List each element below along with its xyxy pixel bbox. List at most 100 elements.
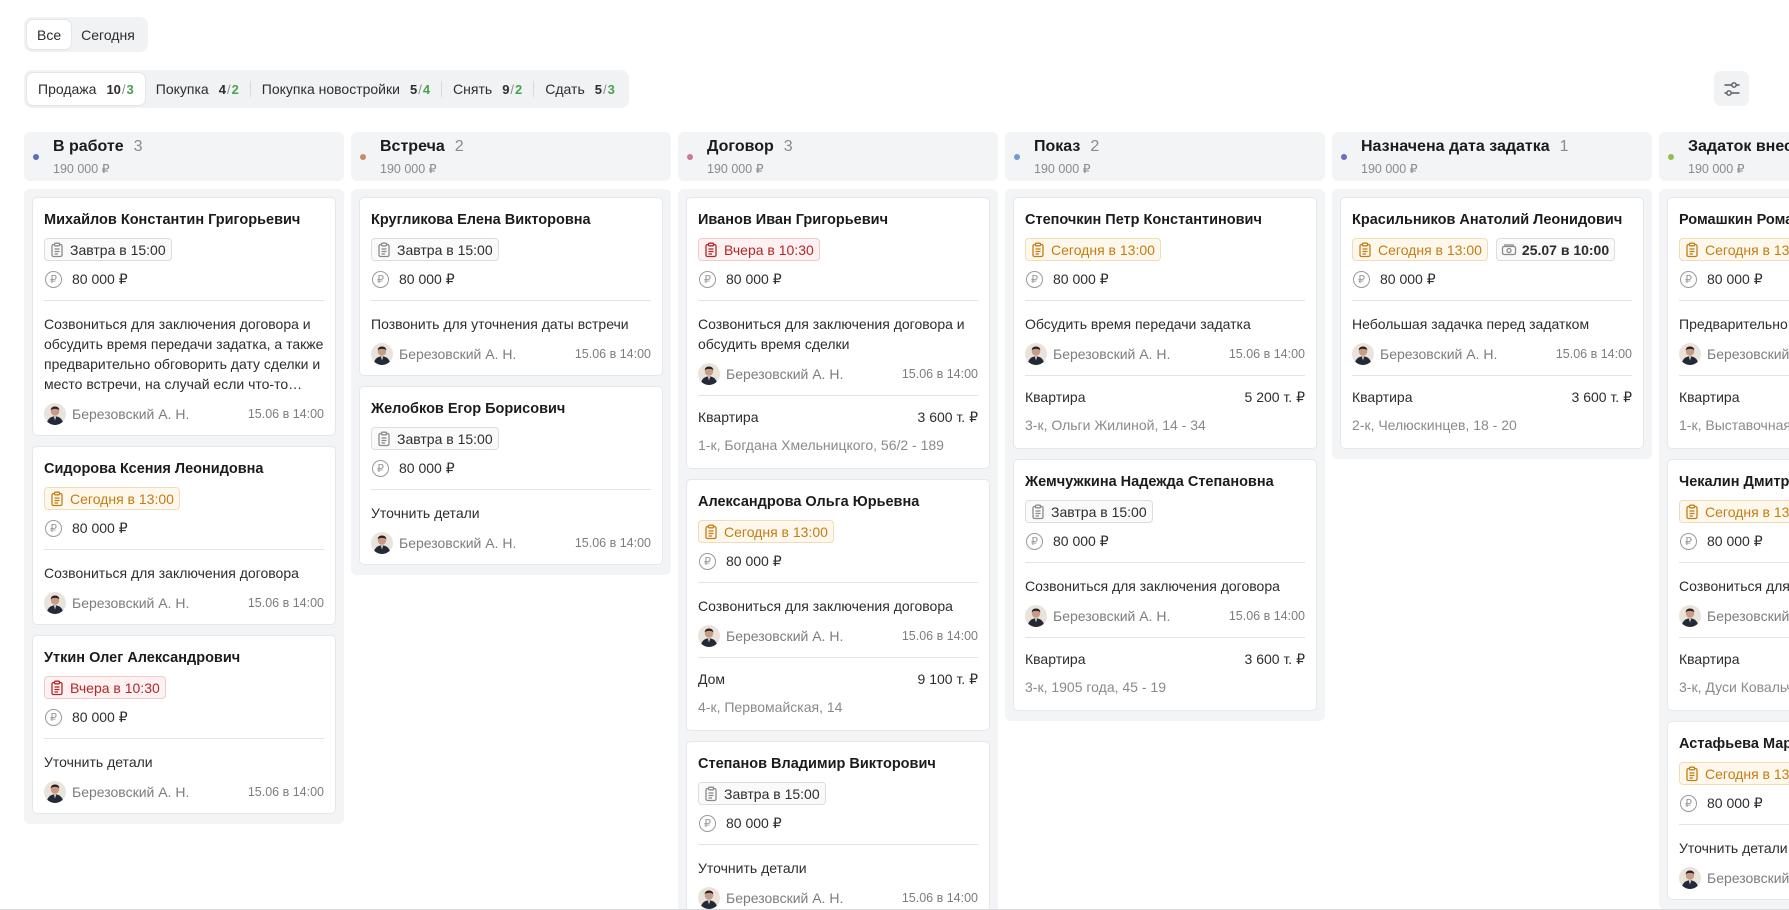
- deal-commission: ₽ 80 000 ₽: [371, 457, 651, 479]
- tab-purchase-new-building[interactable]: Покупка новостройки 5/4: [251, 73, 441, 105]
- column-header[interactable]: Назначена дата задатка 1 190 000 ₽: [1332, 132, 1652, 181]
- task-text: Предварительно обговорить дату сделки: [1679, 316, 1789, 332]
- ruble-icon: ₽: [699, 270, 716, 288]
- deal-card[interactable]: Красильников Анатолий Леонидович Сегодня…: [1340, 197, 1644, 449]
- column-title: В работе 3: [53, 138, 143, 156]
- deal-card[interactable]: Желобков Егор Борисович Завтра в 15:00 ₽…: [359, 386, 663, 565]
- property-info: Квартира 3 600 т. ₽ 3-к, 1905 года, 45 -…: [1025, 637, 1305, 710]
- ruble-icon: ₽: [1680, 532, 1697, 550]
- column-header[interactable]: В работе 3 190 000 ₽: [24, 132, 344, 181]
- property-info: Квартира 3 600 т. ₽ 2-к, Челюскинцев, 18…: [1352, 375, 1632, 448]
- task-date-text: Вчера в 10:30: [724, 241, 814, 258]
- deal-card[interactable]: Александрова Ольга Юрьевна Сегодня в 13:…: [686, 479, 990, 731]
- task-author: Березовский А. Н. 15.06 в 14:00: [1679, 342, 1789, 366]
- property-address: 3-к, Ольги Жилиной, 14 - 34: [1025, 417, 1206, 433]
- task-text: Уточнить детали: [371, 505, 480, 521]
- task-dates: Завтра в 15:00: [371, 238, 651, 262]
- task-date-text: Сегодня в 13:00: [1705, 241, 1789, 258]
- client-name: Жемчужкина Надежда Степановна: [1025, 474, 1274, 490]
- deal-card[interactable]: Жемчужкина Надежда Степановна Завтра в 1…: [1013, 459, 1317, 711]
- client-name: Чекалин Дмитрий Олегович: [1679, 474, 1789, 490]
- ruble-icon: ₽: [1026, 532, 1043, 550]
- property-row: Квартира 3 600 т. ₽: [1025, 651, 1305, 671]
- deal-card[interactable]: Чекалин Дмитрий Олегович Сегодня в 13:00…: [1667, 459, 1789, 711]
- task-date-badge: Завтра в 15:00: [371, 238, 499, 261]
- clipboard-icon: [1684, 242, 1700, 258]
- deal-card[interactable]: Михайлов Константин Григорьевич Завтра в…: [32, 197, 336, 436]
- tab-today[interactable]: Сегодня: [71, 20, 145, 49]
- task-dates: Завтра в 15:00: [371, 427, 651, 451]
- deal-card[interactable]: Астафьева Мария Ивановна Сегодня в 13:00…: [1667, 721, 1789, 900]
- deal-commission: ₽ 80 000 ₽: [1025, 268, 1305, 290]
- deal-card[interactable]: Ромашкин Роман Петрович Сегодня в 13:00 …: [1667, 197, 1789, 449]
- task-dates: Сегодня в 13:00: [1679, 762, 1789, 786]
- deal-card[interactable]: Иванов Иван Григорьевич Вчера в 10:30 ₽ …: [686, 197, 990, 469]
- task-date-badge: Завтра в 15:00: [371, 427, 499, 450]
- avatar: [1025, 343, 1047, 365]
- client-name: Ромашкин Роман Петрович: [1679, 212, 1789, 228]
- column-sum: 190 000 ₽: [53, 162, 110, 176]
- task-created-date: 15.06 в 14:00: [1228, 347, 1305, 361]
- column-header[interactable]: Показ 2 190 000 ₽: [1005, 132, 1325, 181]
- ruble-icon: ₽: [699, 814, 716, 832]
- deal-commission: ₽ 80 000 ₽: [1352, 268, 1632, 290]
- column-header[interactable]: Задаток внесён3 190 000 ₽: [1659, 132, 1789, 181]
- task-author: Березовский А. Н. 15.06 в 14:00: [1352, 342, 1632, 366]
- deal-card[interactable]: Уткин Олег Александрович Вчера в 10:30 ₽…: [32, 635, 336, 814]
- ruble-icon: ₽: [45, 708, 62, 726]
- property-row: Квартира 3 600 т. ₽: [1679, 651, 1789, 671]
- tab-lease[interactable]: Сдать 5/3: [534, 73, 626, 105]
- task-date-text: Сегодня в 13:00: [70, 490, 174, 507]
- task-created-date: 15.06 в 14:00: [901, 891, 978, 905]
- commission-value: 80 000 ₽: [72, 708, 128, 725]
- property-address: 3-к, 1905 года, 45 - 19: [1025, 679, 1166, 695]
- task-created-date: 15.06 в 14:00: [574, 347, 651, 361]
- task-dates: Сегодня в 13:00: [44, 487, 324, 511]
- task-date-text: 25.07 в 10:00: [1521, 241, 1610, 258]
- commission-value: 80 000 ₽: [726, 552, 782, 569]
- filter-settings-button[interactable]: [1714, 71, 1749, 106]
- column-cards: Степочкин Петр Константинович Сегодня в …: [1005, 189, 1325, 721]
- deal-commission: ₽ 80 000 ₽: [44, 517, 324, 539]
- clipboard-icon: [1684, 766, 1700, 782]
- tab-rent[interactable]: Снять 9/2: [442, 73, 533, 105]
- property-info: Квартира 3 600 т. ₽ 3-к, Дуси Ковальчук,…: [1679, 637, 1789, 710]
- tab-purchase[interactable]: Покупка 4/2: [145, 73, 250, 105]
- deal-card[interactable]: Степанов Владимир Викторович Завтра в 15…: [686, 741, 990, 910]
- task-date-text: Сегодня в 13:00: [1705, 765, 1789, 782]
- task-dates: Сегодня в 13:00: [1025, 238, 1305, 262]
- task-dates: Завтра в 15:00: [1025, 500, 1305, 524]
- task-text: Обсудить время передачи задатка: [1025, 316, 1251, 332]
- author-name: Березовский А. Н.: [399, 535, 517, 551]
- deal-card[interactable]: Степочкин Петр Константинович Сегодня в …: [1013, 197, 1317, 449]
- clipboard-icon: [703, 786, 719, 802]
- kanban-column: Показ 2 190 000 ₽ Степочкин Петр Констант…: [1005, 132, 1325, 721]
- card-divider: [698, 582, 978, 583]
- tab-all[interactable]: Все: [27, 20, 72, 49]
- column-header[interactable]: Договор 3 190 000 ₽: [678, 132, 998, 181]
- client-name: Сидорова Ксения Леонидовна: [44, 461, 264, 477]
- author-name: Березовский А. Н.: [1707, 608, 1789, 624]
- property-type: Квартира: [1352, 389, 1413, 405]
- avatar: [44, 592, 66, 614]
- card-divider: [371, 489, 651, 490]
- column-status-dot: [1668, 154, 1674, 160]
- ruble-icon: ₽: [1680, 270, 1697, 288]
- task-dates: Вчера в 10:30: [44, 676, 324, 700]
- deal-card[interactable]: Сидорова Ксения Леонидовна Сегодня в 13:…: [32, 446, 336, 625]
- task-author: Березовский А. Н. 15.06 в 14:00: [698, 362, 978, 386]
- column-cards: Ромашкин Роман Петрович Сегодня в 13:00 …: [1659, 189, 1789, 910]
- column-title-text: В работе: [53, 138, 124, 155]
- property-type: Квартира: [1025, 389, 1086, 405]
- card-divider: [1679, 300, 1789, 301]
- tab-sale[interactable]: Продажа 10/3: [27, 73, 145, 105]
- deal-commission: ₽ 80 000 ₽: [698, 812, 978, 834]
- deal-card[interactable]: Кругликова Елена Викторовна Завтра в 15:…: [359, 197, 663, 376]
- column-header[interactable]: Встреча 2 190 000 ₽: [351, 132, 671, 181]
- clipboard-icon: [1030, 242, 1046, 258]
- column-title-text: Показ: [1034, 138, 1081, 155]
- commission-value: 80 000 ₽: [1707, 270, 1763, 287]
- client-name: Красильников Анатолий Леонидович: [1352, 212, 1623, 228]
- property-address: 2-к, Челюскинцев, 18 - 20: [1352, 417, 1517, 433]
- card-divider: [44, 549, 324, 550]
